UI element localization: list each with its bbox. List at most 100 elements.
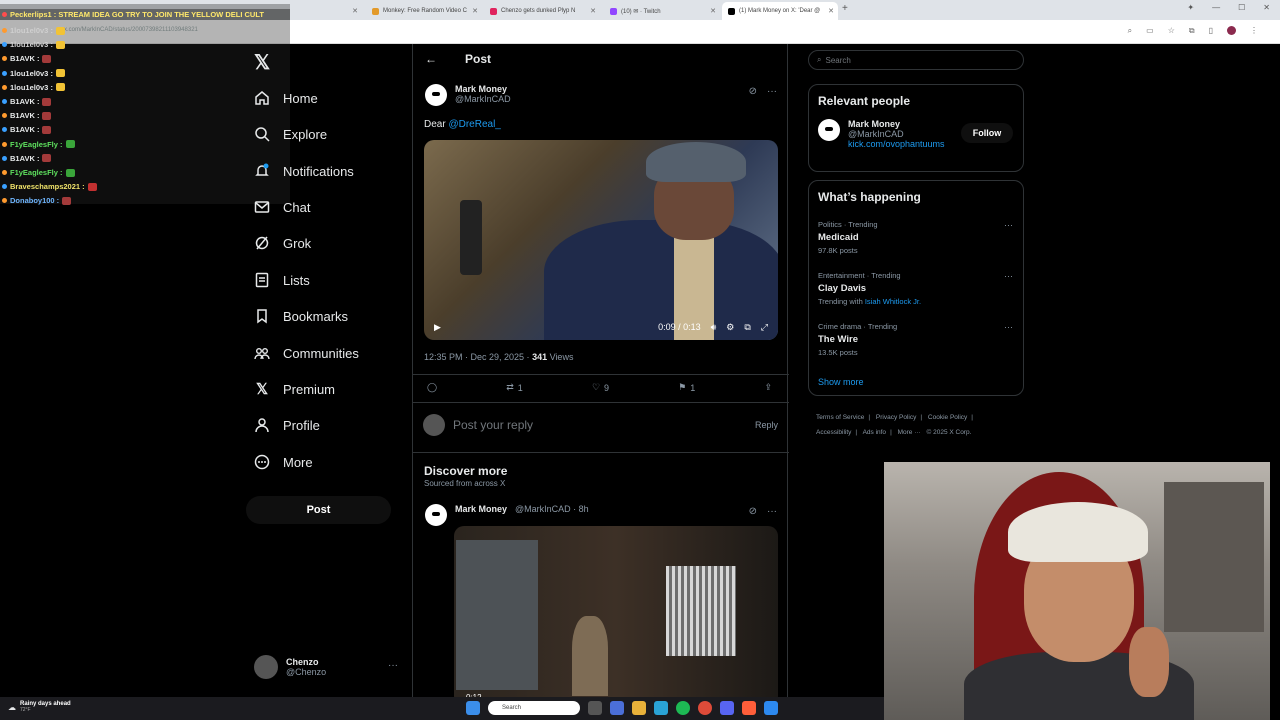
account-switcher[interactable]: Chenzo @Chenzo <box>254 655 326 679</box>
nav-bookmarks[interactable]: Bookmarks <box>254 308 348 324</box>
share-icon[interactable]: ⇪ <box>764 382 772 393</box>
browser-avatar[interactable] <box>1227 26 1236 35</box>
sidebar-icon[interactable]: ▯ <box>1209 26 1213 36</box>
nav-lists[interactable]: Lists <box>254 272 310 288</box>
search-input[interactable]: ⌕ Search <box>808 50 1024 70</box>
reply-action[interactable]: ◯ <box>427 382 437 393</box>
person-name[interactable]: Mark Money <box>848 119 945 129</box>
app-icon[interactable] <box>764 701 778 715</box>
person-link[interactable]: kick.com/ovophantuums <box>848 139 945 149</box>
post-timestamp[interactable]: 12:35 PM · Dec 29, 2025 · <box>424 352 532 362</box>
trend-item[interactable]: Entertainment · Trending Clay Davis Tren… <box>818 271 1013 306</box>
grok-icon[interactable]: ⊘ <box>749 506 757 517</box>
browser-tab[interactable]: (10) ✉ · Twitch ✕ <box>604 2 720 20</box>
browser-tab[interactable]: Monkey: Free Random Video C ✕ <box>366 2 482 20</box>
post-video[interactable]: ▶ 0:09 / 0:13 🔊︎ ⚙ ⧉ ⤢ <box>424 140 778 340</box>
footer-link[interactable]: Terms of Service <box>816 414 864 421</box>
author-name[interactable]: Mark Money <box>455 504 507 514</box>
back-arrow-icon[interactable]: ← <box>425 52 437 66</box>
taskbar-search[interactable]: Search <box>488 701 580 715</box>
x-logo-icon[interactable]: 𝕏 <box>254 50 270 75</box>
pip-icon[interactable]: ⧉ <box>744 322 750 333</box>
nav-chat[interactable]: Chat <box>254 199 310 215</box>
retweet-action[interactable]: ⇄ 1 <box>506 382 523 393</box>
footer-link[interactable]: Accessibility <box>816 429 851 436</box>
file-explorer-icon[interactable] <box>632 701 646 715</box>
menu-icon[interactable]: ⋮ <box>1250 26 1258 36</box>
close-icon[interactable]: ✕ <box>590 7 596 15</box>
author-handle[interactable]: @MarkInCAD <box>455 94 511 104</box>
close-icon[interactable]: ✕ <box>352 7 358 15</box>
discover-post-author[interactable]: Mark Money @MarkInCAD · 8h <box>425 504 589 526</box>
browser-tab[interactable]: ✕ <box>292 2 362 20</box>
zoom-icon[interactable]: ⌕ <box>1128 26 1132 36</box>
more-icon[interactable]: ··· <box>767 506 777 517</box>
extension-icon[interactable]: ✦ <box>1187 3 1194 12</box>
more-icon[interactable]: ··· <box>1004 322 1013 332</box>
minimize-icon[interactable]: — <box>1212 3 1220 12</box>
mention-link[interactable]: @DreReal_ <box>448 119 500 130</box>
avatar[interactable] <box>425 504 447 526</box>
fullscreen-icon[interactable]: ⤢ <box>761 322 768 333</box>
follow-button[interactable]: Follow <box>961 123 1013 143</box>
discover-subtitle: Sourced from across X <box>424 479 506 488</box>
trend-item[interactable]: Crime drama · Trending The Wire 13.5K po… <box>818 322 1013 357</box>
more-icon[interactable]: ··· <box>1004 220 1013 230</box>
video-frame-object <box>460 200 482 275</box>
avatar[interactable] <box>818 119 840 141</box>
weather-widget[interactable]: ☁ Rainy days ahead 72°F <box>8 701 71 713</box>
footer-link[interactable]: Ads info <box>863 429 887 436</box>
nav-premium[interactable]: 𝕏 Premium <box>254 381 335 398</box>
post-button[interactable]: Post <box>246 496 391 524</box>
trend-item[interactable]: Politics · Trending Medicaid 97.8K posts… <box>818 220 1013 255</box>
close-icon[interactable]: ✕ <box>828 7 834 15</box>
nav-explore[interactable]: Explore <box>254 126 327 142</box>
star-icon[interactable]: ☆ <box>1168 26 1175 36</box>
nav-notifications[interactable]: Notifications <box>254 163 354 179</box>
bookmark-action[interactable]: ⚑ 1 <box>678 382 695 393</box>
close-icon[interactable]: ✕ <box>710 7 716 15</box>
more-icon[interactable]: ··· <box>388 660 398 671</box>
close-icon[interactable]: ✕ <box>472 7 478 15</box>
nav-communities[interactable]: Communities <box>254 345 359 361</box>
relevant-person[interactable]: Mark Money @MarkInCAD kick.com/ovophantu… <box>818 119 945 149</box>
discord-icon[interactable] <box>720 701 734 715</box>
like-action[interactable]: ♡ 9 <box>592 382 609 393</box>
reply-input[interactable]: Post your reply <box>453 418 533 432</box>
windows-start-icon[interactable] <box>466 701 480 715</box>
settings-icon[interactable]: ⚙ <box>726 322 734 333</box>
nav-grok[interactable]: Grok <box>254 235 311 251</box>
cast-icon[interactable]: ▭ <box>1146 26 1154 36</box>
chat-app-icon[interactable] <box>610 701 624 715</box>
nav-profile[interactable]: Profile <box>254 417 320 433</box>
post-author[interactable]: Mark Money @MarkInCAD <box>425 84 511 106</box>
chrome-icon[interactable] <box>698 701 712 715</box>
close-window-icon[interactable]: ✕ <box>1263 3 1270 12</box>
app-icon[interactable] <box>742 701 756 715</box>
footer-link[interactable]: Cookie Policy <box>928 414 967 421</box>
nav-home[interactable]: Home <box>254 90 318 106</box>
maximize-icon[interactable]: ☐ <box>1238 3 1245 12</box>
footer-link[interactable]: More ··· <box>898 429 921 436</box>
extensions-icon[interactable]: ⧉ <box>1189 26 1195 36</box>
nav-more[interactable]: More <box>254 454 313 470</box>
edge-icon[interactable] <box>654 701 668 715</box>
volume-icon[interactable]: 🔊︎ <box>711 322 717 333</box>
show-more-link[interactable]: Show more <box>818 377 864 387</box>
footer-link[interactable]: Privacy Policy <box>876 414 916 421</box>
grok-icon[interactable]: ⊘ <box>749 86 757 97</box>
browser-tab[interactable]: Chenzo gets dunked Plyp N ✕ <box>484 2 600 20</box>
reply-button[interactable]: Reply <box>755 420 778 430</box>
trend-link[interactable]: Isiah Whitlock Jr. <box>865 297 921 306</box>
more-icon[interactable]: ··· <box>1004 271 1013 281</box>
author-name[interactable]: Mark Money <box>455 84 511 94</box>
browser-tab-active[interactable]: (1) Mark Money on X: 'Dear @ ✕ <box>722 2 838 20</box>
play-icon[interactable]: ▶ <box>434 322 441 333</box>
chat-emote-icon <box>62 196 72 205</box>
new-tab-button[interactable]: + <box>842 3 848 14</box>
more-icon[interactable]: ··· <box>767 86 777 97</box>
avatar[interactable] <box>425 84 447 106</box>
discover-video[interactable]: 0:12 <box>454 526 778 706</box>
task-view-icon[interactable] <box>588 701 602 715</box>
spotify-icon[interactable] <box>676 701 690 715</box>
